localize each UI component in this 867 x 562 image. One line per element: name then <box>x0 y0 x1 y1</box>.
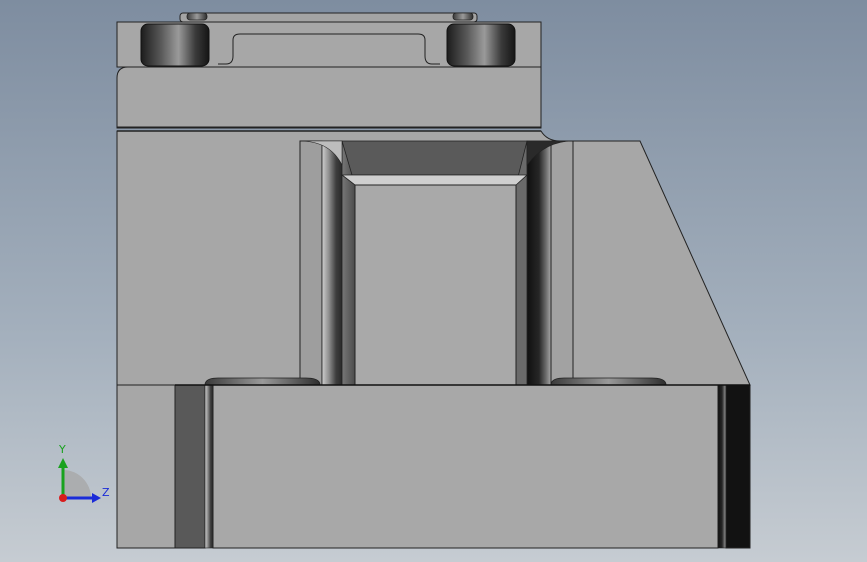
axis-x-dot <box>59 494 67 502</box>
top-plate-rail <box>179 12 478 23</box>
axis-z-arrow-icon <box>92 493 101 503</box>
base-left-flank <box>116 384 176 549</box>
channel-left-face <box>299 140 323 386</box>
channel-left-fillet <box>321 140 343 386</box>
washer-left <box>204 377 321 386</box>
top-plate-chamfer <box>116 66 542 129</box>
channel-inner-rim <box>340 174 529 186</box>
triad-quadrant <box>63 470 91 498</box>
axis-y-arrow-icon <box>58 458 68 468</box>
view-triad[interactable] <box>58 458 101 503</box>
base-front-face <box>212 384 719 549</box>
base-right-shadow <box>725 384 751 549</box>
channel-right-face <box>550 140 574 386</box>
axis-y-label: Y <box>59 443 66 456</box>
washer-right <box>550 377 667 386</box>
base-block[interactable] <box>116 384 751 549</box>
base-left-shadow <box>174 384 206 549</box>
top-plate[interactable] <box>116 12 542 129</box>
channel-top-bevel <box>341 140 528 176</box>
channel-right-fillet <box>526 140 552 386</box>
graphics-viewport[interactable]: Y Z <box>0 0 867 562</box>
axis-z-label: Z <box>102 486 110 499</box>
base-left-fillet <box>204 384 214 549</box>
model-view[interactable] <box>0 0 867 562</box>
guide-channel[interactable] <box>299 140 574 386</box>
channel-back-wall <box>354 184 517 386</box>
base-right-fillet <box>717 384 727 549</box>
